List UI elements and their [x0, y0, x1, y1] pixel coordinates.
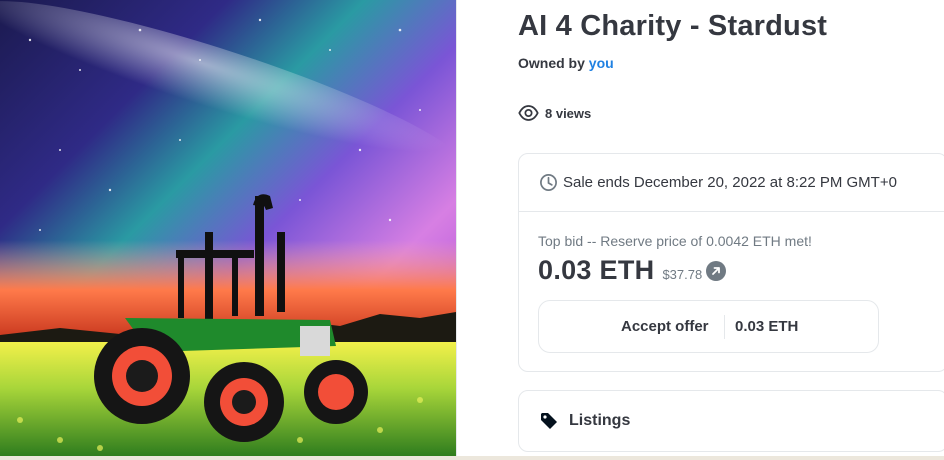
- views-label: 8 views: [545, 105, 592, 121]
- top-bid-label: Top bid -- Reserve price of 0.0042 ETH m…: [538, 233, 812, 249]
- price-usd: $37.78: [662, 267, 703, 282]
- owner-link[interactable]: you: [589, 55, 614, 71]
- tractor-artwork: [0, 0, 456, 456]
- listings-label: Listings: [569, 412, 631, 429]
- eye-icon: [518, 105, 539, 121]
- price-row: 0.03 ETH $37.78: [538, 255, 727, 286]
- owner-line: Owned by you: [518, 55, 614, 71]
- sale-ends-text: Sale ends December 20, 2022 at 8:22 PM G…: [563, 174, 897, 191]
- sale-card: Sale ends December 20, 2022 at 8:22 PM G…: [518, 153, 944, 372]
- accept-offer-label: Accept offer: [621, 318, 709, 335]
- tag-icon: [541, 413, 557, 429]
- sale-ends-header: Sale ends December 20, 2022 at 8:22 PM G…: [519, 154, 944, 212]
- item-title: AI 4 Charity - Stardust: [518, 10, 828, 42]
- clock-icon: [540, 174, 557, 191]
- owner-prefix: Owned by: [518, 55, 585, 71]
- image-divider: [456, 0, 457, 456]
- external-link-icon[interactable]: [706, 260, 727, 281]
- accept-offer-amount: 0.03 ETH: [735, 318, 799, 335]
- listings-section-toggle[interactable]: Listings: [518, 390, 944, 452]
- nft-image[interactable]: [0, 0, 456, 456]
- bottom-edge: [0, 456, 944, 460]
- accept-offer-separator: [724, 315, 725, 339]
- accept-offer-button[interactable]: Accept offer 0.03 ETH: [538, 300, 879, 353]
- price-amount: 0.03 ETH: [538, 255, 655, 285]
- views-count: 8 views: [518, 104, 591, 122]
